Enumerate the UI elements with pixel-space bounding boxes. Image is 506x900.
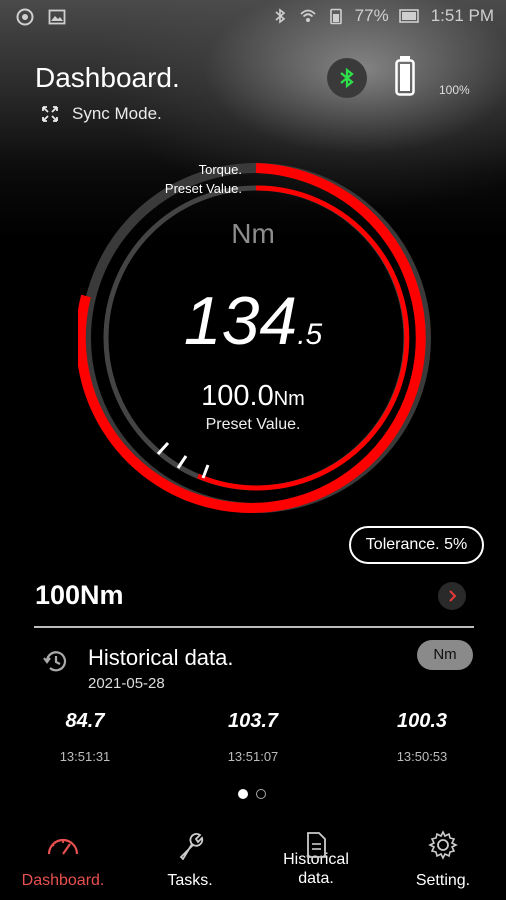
image-icon [48, 9, 66, 25]
battery-percent: 77% [354, 6, 389, 25]
device-battery-percent: 100% [439, 83, 470, 97]
bluetooth-icon [340, 67, 354, 89]
chrome-icon [16, 8, 34, 26]
record-value: 100.3 [396, 710, 448, 732]
tolerance-button[interactable]: Tolerance. 5% [349, 526, 484, 564]
gear-icon [428, 830, 458, 860]
bluetooth-connection-button[interactable] [327, 58, 367, 98]
page-dot-active[interactable] [238, 789, 248, 799]
chevron-right-icon [449, 590, 457, 602]
gauge-unit: Nm [231, 218, 275, 249]
nav-dashboard-label: Dashboard. [21, 872, 105, 889]
gauge-tick [201, 464, 210, 479]
task-title: 100Nm [35, 580, 124, 610]
nav-tasks-label: Tasks. [167, 872, 213, 889]
preset-caption: Preset Value. [205, 416, 301, 433]
history-date: 2021-05-28 [88, 675, 165, 692]
clock: 1:51 PM [430, 6, 494, 25]
record-time: 13:51:31 [59, 749, 111, 764]
speedometer-icon [47, 838, 79, 855]
unit-toggle-chip[interactable]: Nm [417, 640, 473, 670]
record-value: 103.7 [227, 710, 279, 732]
torque-reading: 134.5 [0, 282, 506, 360]
preset-value: 100.0Nm [0, 380, 506, 413]
torque-reading-int: 134 [183, 283, 298, 359]
wifi-icon [300, 9, 316, 22]
device-battery-icon [395, 56, 415, 96]
bluetooth-icon [275, 8, 285, 24]
sync-mode-label: Sync Mode. [72, 104, 162, 123]
bottom-navigation: Dashboard. Tasks. Historical data. Setti… [0, 820, 506, 900]
page-indicator [238, 789, 266, 799]
sync-arrows-icon [42, 106, 58, 122]
task-next-button[interactable] [438, 582, 466, 610]
record-value: 84.7 [65, 710, 105, 732]
divider [34, 626, 474, 628]
nav-tasks[interactable]: Tasks. [130, 820, 250, 890]
page-dot[interactable] [256, 789, 266, 799]
preset-arc-label: Preset Value. [164, 181, 242, 196]
status-bar: 77% 1:51 PM [0, 0, 506, 34]
record-time: 13:51:07 [227, 749, 279, 764]
record-time: 13:50:53 [396, 749, 448, 764]
torque-reading-decimal: .5 [297, 318, 323, 351]
nav-historical-data[interactable]: Historical data. [256, 820, 376, 888]
nav-setting-label: Setting. [415, 872, 471, 889]
sync-mode-toggle[interactable]: Sync Mode. [40, 104, 162, 124]
battery-saver-icon [398, 9, 419, 23]
history-record[interactable]: 103.7 13:51:07 [193, 710, 313, 764]
document-icon [307, 832, 326, 858]
history-title: Historical data. [88, 645, 234, 670]
preset-unit: Nm [273, 388, 305, 410]
history-record[interactable]: 84.7 13:51:31 [25, 710, 145, 764]
history-record[interactable]: 100.3 13:50:53 [362, 710, 482, 764]
wrench-icon [179, 833, 204, 860]
torque-arc-label: Torque. [198, 162, 242, 177]
gauge-tick [156, 441, 170, 456]
history-icon [43, 651, 67, 672]
nav-setting[interactable]: Setting. [383, 820, 503, 890]
page-title: Dashboard. [35, 62, 180, 93]
preset-number: 100.0 [201, 380, 274, 412]
phone-battery-icon [329, 8, 342, 25]
nav-dashboard[interactable]: Dashboard. [3, 820, 123, 890]
